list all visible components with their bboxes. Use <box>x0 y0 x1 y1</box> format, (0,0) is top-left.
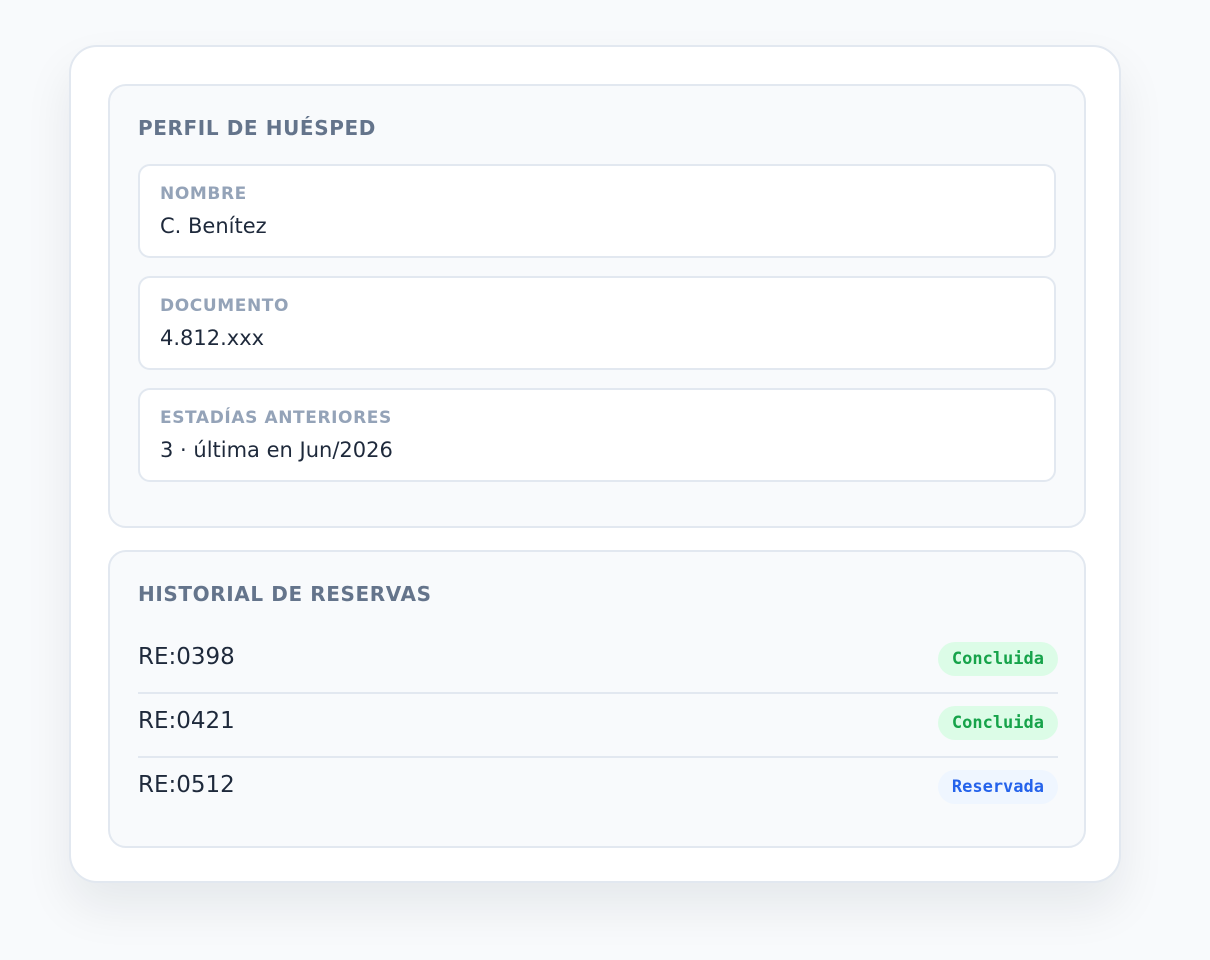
guest-panel: PERFIL DE HUÉSPED NOMBRE C. Benítez DOCU… <box>69 45 1121 883</box>
booking-id: RE:0398 <box>138 644 235 670</box>
booking-row[interactable]: RE:0421 Concluida <box>138 694 1058 758</box>
document-field-value: 4.812.xxx <box>160 326 265 350</box>
previous-stays-field: ESTADÍAS ANTERIORES 3 · última en Jun/20… <box>138 388 1056 482</box>
booking-row[interactable]: RE:0398 Concluida <box>138 630 1058 694</box>
name-field-label: NOMBRE <box>160 184 247 204</box>
name-field: NOMBRE C. Benítez <box>138 164 1056 258</box>
status-badge: Concluida <box>937 642 1058 676</box>
previous-stays-value: 3 · última en Jun/2026 <box>160 438 393 462</box>
document-field: DOCUMENTO 4.812.xxx <box>138 276 1056 370</box>
status-badge: Concluida <box>937 706 1058 740</box>
booking-row[interactable]: RE:0512 Reservada <box>138 758 1058 822</box>
profile-section-title: PERFIL DE HUÉSPED <box>138 116 376 140</box>
name-field-value: C. Benítez <box>160 214 267 238</box>
booking-history-section: HISTORIAL DE RESERVAS RE:0398 Concluida … <box>108 550 1086 848</box>
status-badge: Reservada <box>937 770 1058 804</box>
previous-stays-label: ESTADÍAS ANTERIORES <box>160 408 392 428</box>
booking-id: RE:0512 <box>138 772 235 798</box>
document-field-label: DOCUMENTO <box>160 296 290 316</box>
guest-profile-section: PERFIL DE HUÉSPED NOMBRE C. Benítez DOCU… <box>108 84 1086 528</box>
booking-id: RE:0421 <box>138 708 235 734</box>
history-section-title: HISTORIAL DE RESERVAS <box>138 582 432 606</box>
